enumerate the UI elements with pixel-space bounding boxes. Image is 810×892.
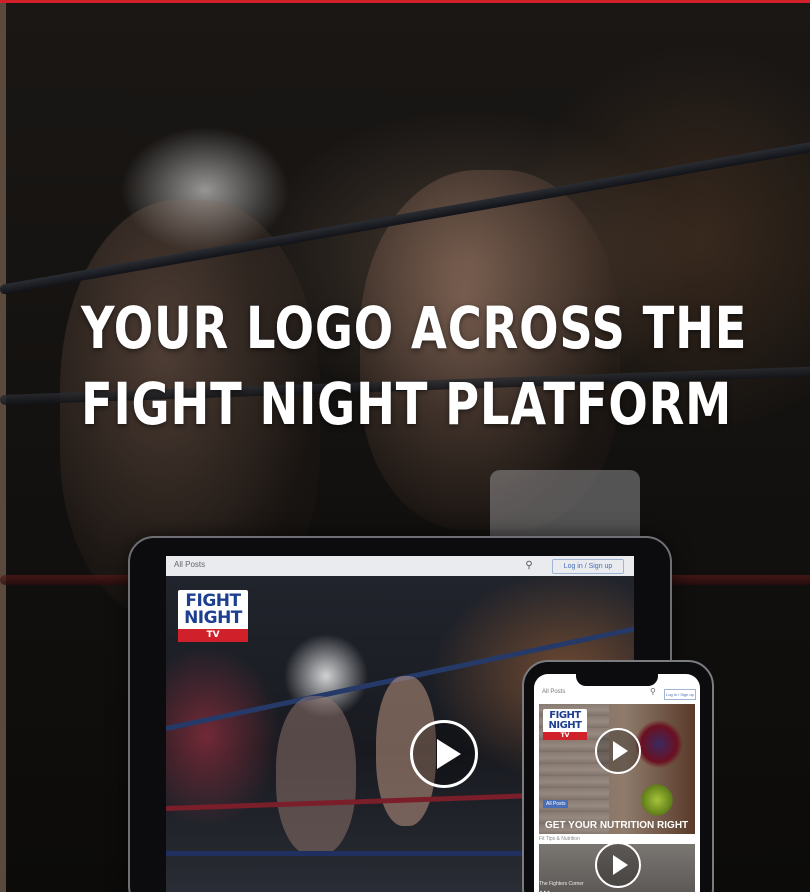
- play-icon[interactable]: [595, 728, 641, 774]
- fight-night-tv-logo: FIGHT NIGHT TV: [178, 590, 248, 642]
- tablet-login-button[interactable]: Log in / Sign up: [552, 559, 624, 574]
- logo-line-2: NIGHT: [184, 608, 242, 628]
- fight-night-tv-logo: FIGHT NIGHT TV: [543, 709, 587, 740]
- post-meta-second: The Fighters Corner: [539, 881, 584, 887]
- phone-all-posts-link[interactable]: All Posts: [542, 689, 565, 695]
- video-fighter-blue: [276, 696, 356, 856]
- tablet-all-posts-link[interactable]: All Posts: [174, 560, 205, 569]
- logo-line-3: TV: [543, 732, 587, 740]
- post-category-badge: All Posts: [543, 800, 569, 808]
- play-icon[interactable]: [410, 720, 478, 788]
- search-icon[interactable]: ⚲: [650, 687, 656, 696]
- play-icon[interactable]: [595, 844, 641, 888]
- headline-line-2: FIGHT NIGHT PLATFORM: [81, 370, 733, 438]
- logo-line-2: NIGHT: [548, 720, 583, 731]
- top-accent-bar: [0, 0, 810, 3]
- left-edge-strip: [0, 3, 6, 892]
- hero-banner: YOUR LOGO ACROSS THE FIGHT NIGHT PLATFOR…: [0, 0, 810, 892]
- phone-mockup: All Posts ⚲ Log in / Sign up FIGHT NIGHT…: [522, 660, 714, 892]
- phone-post-card-nutrition[interactable]: FIGHT NIGHT TV All Posts GET YOUR NUTRIT…: [539, 704, 695, 834]
- logo-line-3: TV: [178, 629, 248, 642]
- post-meta: Fit Tips & Nutrition: [539, 836, 580, 842]
- phone-notch: [576, 674, 658, 686]
- hero-headline: YOUR LOGO ACROSS THE FIGHT NIGHT PLATFOR…: [81, 290, 748, 442]
- phone-screen: All Posts ⚲ Log in / Sign up FIGHT NIGHT…: [534, 674, 700, 892]
- tablet-nav-bar: All Posts ⚲ Log in / Sign up: [166, 556, 634, 576]
- phone-login-button[interactable]: Log in / Sign up: [664, 689, 696, 700]
- headline-line-1: YOUR LOGO ACROSS THE: [81, 294, 748, 362]
- phone-nav-bar: All Posts ⚲ Log in / Sign up: [534, 686, 700, 702]
- post-title[interactable]: GET YOUR NUTRITION RIGHT: [545, 820, 695, 831]
- search-icon[interactable]: ⚲: [522, 559, 536, 573]
